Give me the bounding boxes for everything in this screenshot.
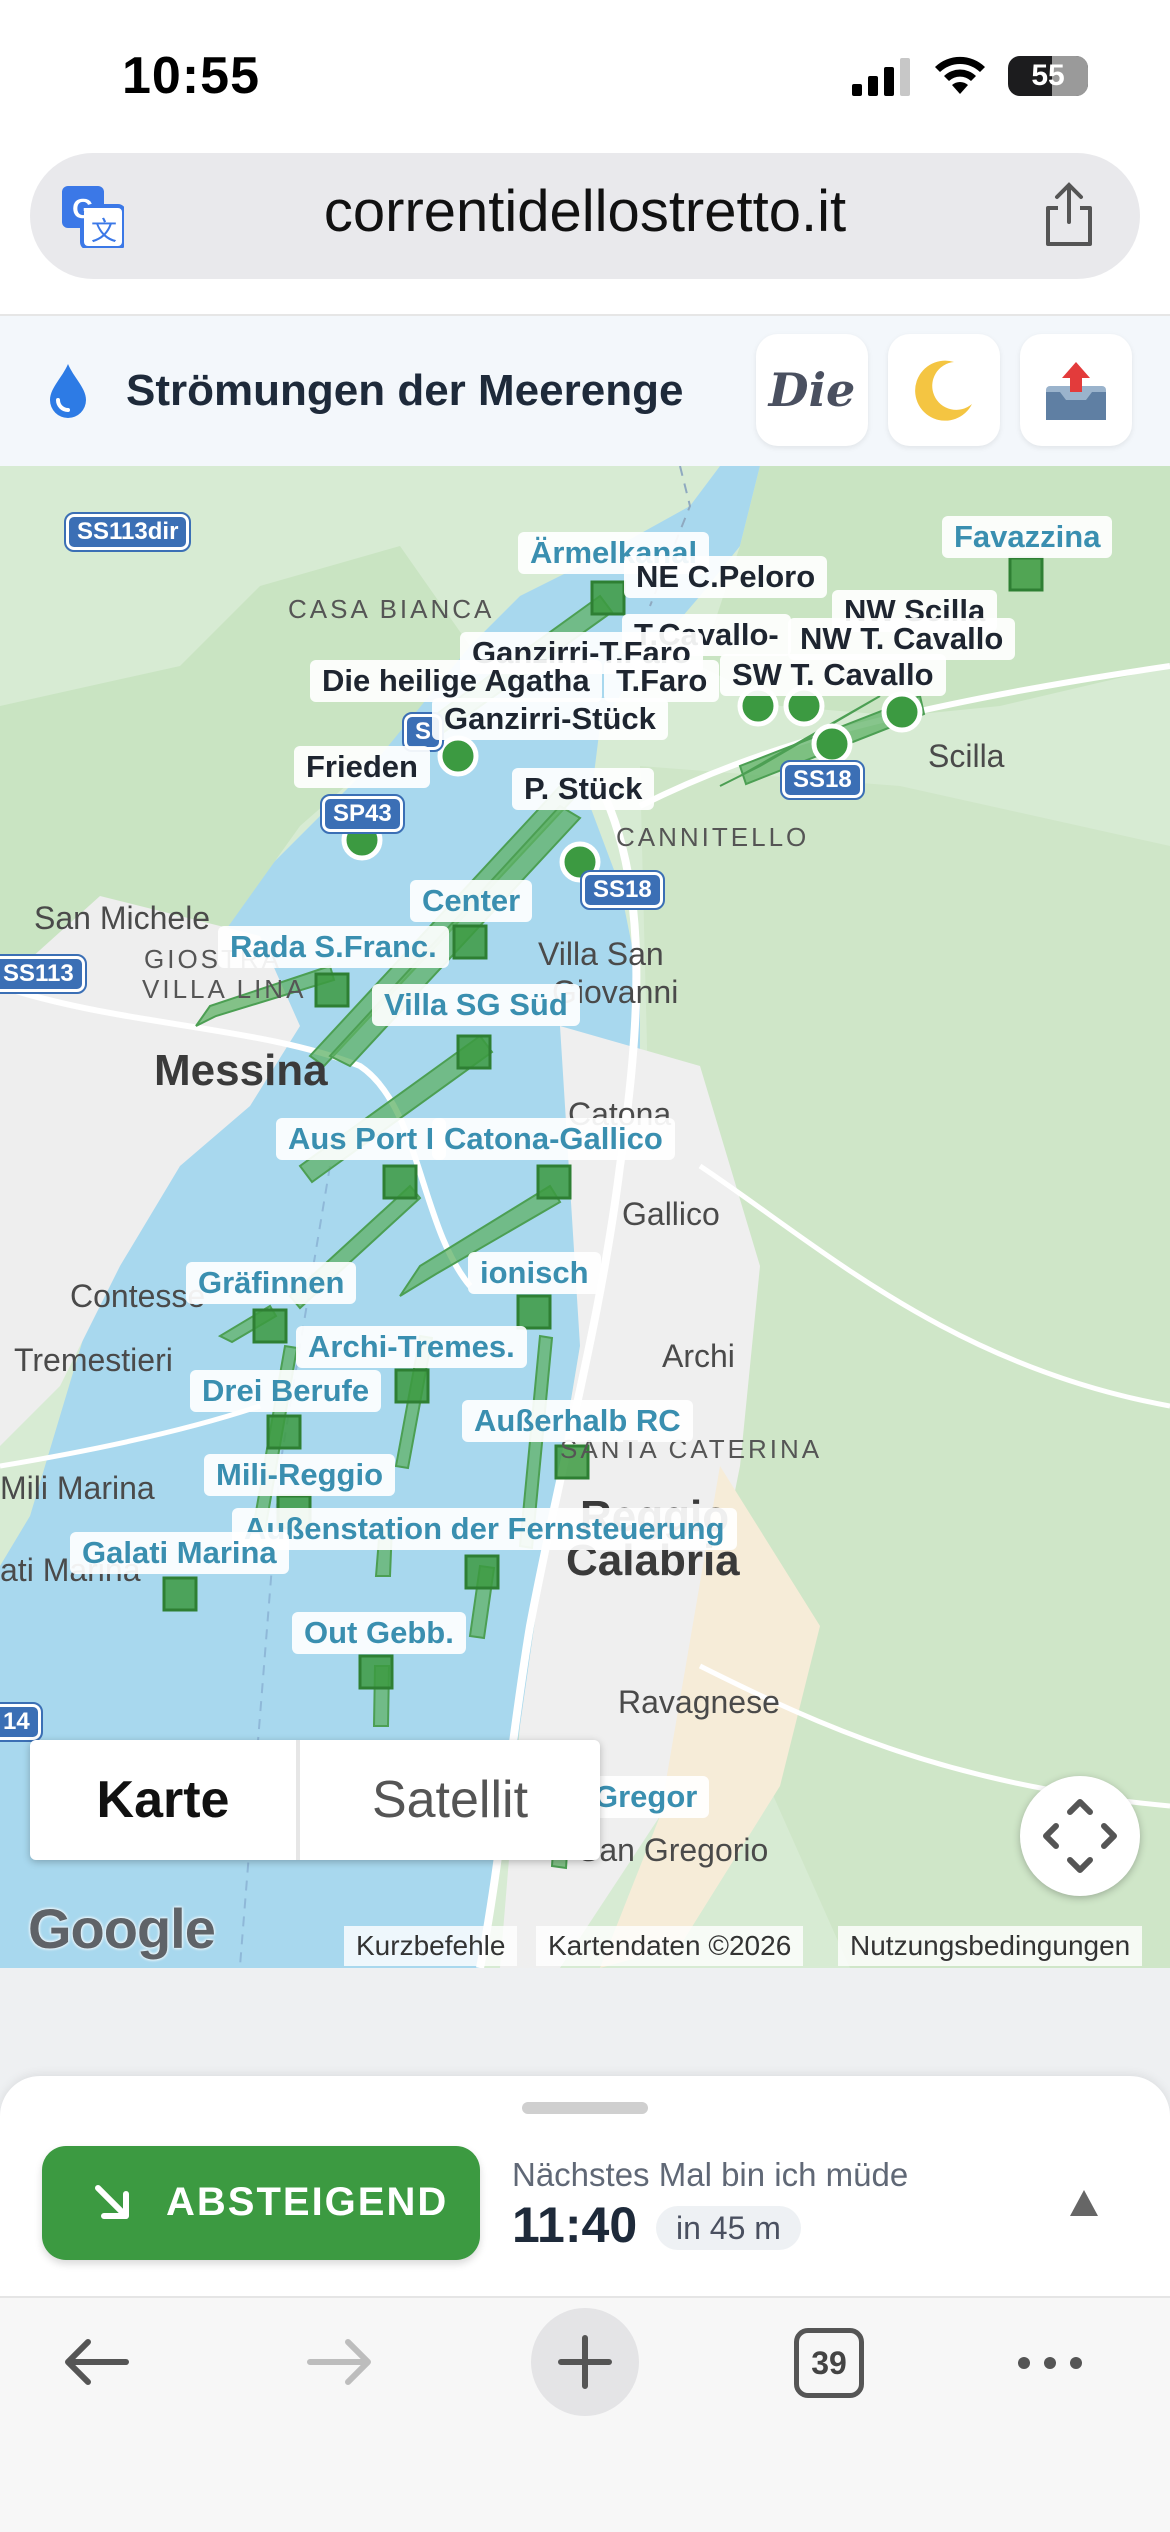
station-label[interactable]: Rada S.Franc. — [218, 926, 449, 968]
station-label[interactable]: Villa SG Süd — [372, 984, 580, 1026]
place-san-gregorio: San Gregorio — [578, 1832, 769, 1868]
direction-button[interactable]: ABSTEIGEND — [42, 2146, 480, 2260]
forward-arrow-icon[interactable] — [304, 2334, 376, 2390]
station-label[interactable]: Die heilige Agatha — [310, 660, 602, 702]
water-drop-icon — [50, 364, 86, 418]
more-icon[interactable] — [1014, 2348, 1086, 2378]
back-arrow-icon[interactable] — [60, 2334, 132, 2390]
triangle-up-icon[interactable] — [1066, 2186, 1102, 2220]
font-button[interactable]: Die — [756, 334, 868, 446]
moon-icon — [915, 360, 972, 421]
app-title: Strömungen der Meerenge — [126, 366, 684, 415]
station-label[interactable]: Drei Berufe — [190, 1370, 382, 1412]
station-label[interactable]: Gregor — [582, 1776, 710, 1818]
inbox-upload-icon — [1046, 362, 1106, 420]
road-shield-ss18: SS18 — [780, 760, 865, 800]
station-label[interactable]: ionisch — [468, 1252, 601, 1294]
place-casa-bianca: CASA BIANCA — [288, 594, 495, 624]
road-shield-ss113: SS113 — [0, 954, 87, 994]
share-app-button[interactable] — [1020, 334, 1132, 446]
battery-icon: 55 — [1008, 56, 1088, 96]
station-label[interactable]: Mili-Reggio — [204, 1454, 396, 1496]
station-label[interactable]: NE C.Peloro — [624, 556, 828, 598]
place-tremestieri: Tremestieri — [14, 1342, 173, 1378]
station-label[interactable]: Aus Port I — [276, 1118, 447, 1160]
map-type-karte[interactable]: Karte — [30, 1740, 296, 1860]
plus-icon — [558, 2335, 612, 2389]
attrib-terms[interactable]: Nutzungsbedingungen — [838, 1926, 1143, 1966]
expand-arrows-icon — [1043, 1799, 1117, 1873]
road-shield-ss113dir: SS113dir — [63, 512, 192, 552]
wifi-icon — [935, 56, 985, 94]
station-label[interactable]: Gräfinnen — [186, 1262, 357, 1304]
station-label[interactable]: Ganzirri-Stück — [432, 698, 668, 740]
road-shield-sp43: SP43 — [320, 794, 405, 834]
attrib-shortcuts[interactable]: Kurzbefehle — [344, 1926, 518, 1966]
attrib-map-data[interactable]: Kartendaten ©2026 — [536, 1926, 804, 1966]
place-messina: Messina — [154, 1046, 328, 1095]
tabs-button[interactable]: 39 — [794, 2328, 864, 2398]
fullscreen-button[interactable] — [1020, 1776, 1140, 1896]
battery-level: 55 — [1031, 59, 1065, 92]
url-text[interactable]: correntidellostretto.it — [200, 178, 970, 245]
station-label[interactable]: Favazzina — [942, 516, 1113, 558]
station-label[interactable]: Galati Marina — [70, 1532, 289, 1574]
direction-label: ABSTEIGEND — [166, 2180, 449, 2224]
station-label[interactable]: T.Faro — [604, 660, 720, 702]
share-icon[interactable] — [1040, 182, 1098, 248]
next-change-label: Nächstes Mal bin ich müde — [512, 2156, 909, 2193]
station-label[interactable]: Out Gebb. — [292, 1612, 466, 1654]
station-label[interactable]: Frieden — [294, 746, 430, 788]
station-label[interactable]: Archi-Tremes. — [296, 1326, 527, 1368]
station-label[interactable]: Catona-Gallico — [432, 1118, 675, 1160]
translate-icon[interactable]: G 文 — [62, 186, 124, 248]
place-mili-marina: Mili Marina — [0, 1470, 155, 1506]
google-logo: Google — [28, 1897, 216, 1960]
place-villa-san-giovanni: Villa San — [538, 936, 664, 972]
next-change-countdown: in 45 m — [656, 2206, 801, 2250]
svg-text:文: 文 — [91, 217, 117, 247]
sheet-handle[interactable] — [522, 2102, 648, 2114]
status-time: 10:55 — [122, 47, 260, 105]
next-change-time: 11:40 — [512, 2197, 638, 2253]
map-type-toggle: Karte Satellit — [30, 1740, 600, 1860]
place-gallico: Gallico — [622, 1196, 720, 1232]
station-label[interactable]: P. Stück — [512, 768, 655, 810]
road-shield-ss18-2: SS18 — [580, 870, 665, 910]
place-cannitello: CANNITELLO — [616, 822, 810, 852]
cellular-signal-icon — [852, 58, 910, 96]
new-tab-button[interactable] — [531, 2308, 639, 2416]
station-label[interactable]: SW T. Cavallo — [720, 654, 946, 696]
place-scilla: Scilla — [928, 738, 1005, 774]
station-label[interactable]: Außenstation der Fernsteuerung — [232, 1508, 737, 1550]
place-contesse: Contesse — [70, 1278, 206, 1314]
place-san-michele: San Michele — [34, 900, 211, 936]
map-type-satellit[interactable]: Satellit — [300, 1740, 600, 1860]
road-shield-14: 14 — [0, 1702, 43, 1742]
place-archi: Archi — [662, 1338, 735, 1374]
arrow-down-right-icon — [95, 2185, 129, 2219]
station-label[interactable]: Center — [410, 880, 533, 922]
station-label[interactable]: Außerhalb RC — [462, 1400, 693, 1442]
place-villa-lina: VILLA LINA — [142, 974, 307, 1004]
dark-mode-button[interactable] — [888, 334, 1000, 446]
place-ravagnese: Ravagnese — [618, 1684, 780, 1720]
